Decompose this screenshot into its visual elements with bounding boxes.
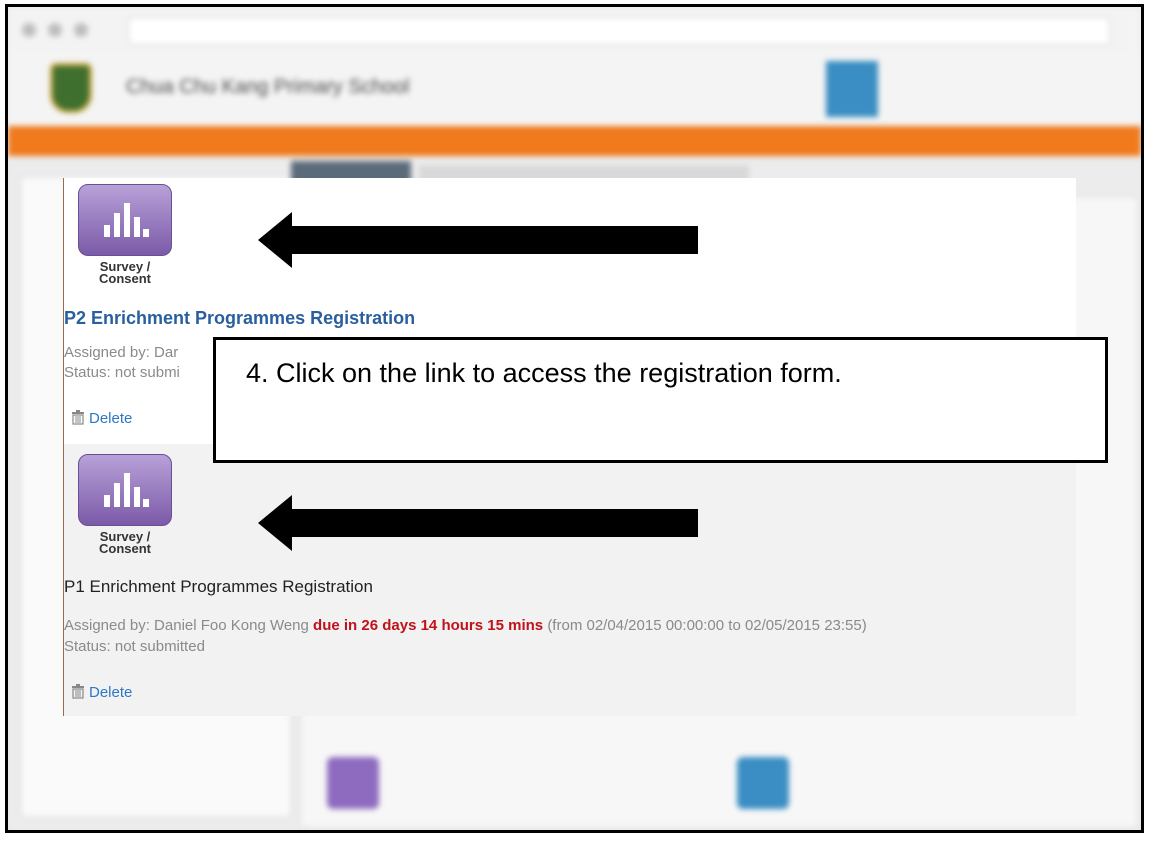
assignment-title-link[interactable]: P1 Enrichment Programmes Registration [64, 577, 373, 597]
back-icon[interactable] [22, 23, 36, 37]
browser-toolbar [8, 7, 1141, 54]
assigned-by-text: Assigned by: Dar [64, 344, 179, 361]
status-text: Status: not submi [64, 364, 180, 381]
delete-label: Delete [89, 410, 133, 427]
school-name: Chua Chu Kang Primary School [126, 76, 410, 98]
arrow-left-icon [258, 495, 698, 551]
assignment-title-link[interactable]: P2 Enrichment Programmes Registration [64, 308, 415, 329]
trash-icon [72, 410, 84, 425]
delete-label: Delete [89, 684, 133, 701]
trash-icon [72, 684, 84, 699]
assigned-by-name: Assigned by: Daniel Foo Kong Weng [64, 617, 309, 634]
list-item: Survey / Consent P1 Enrichment Programmes… [64, 444, 1076, 716]
assigned-by-text: Assigned by: Daniel Foo Kong Weng due in… [64, 617, 867, 634]
forward-icon[interactable] [48, 23, 62, 37]
instruction-callout: 4. Click on the link to access the regis… [213, 337, 1108, 463]
icon-label: Survey / Consent [99, 529, 151, 556]
delete-button[interactable]: Delete [70, 683, 132, 701]
delete-button[interactable]: Delete [70, 409, 132, 427]
icon-label: Survey / Consent [99, 259, 151, 286]
school-crest-logo [50, 63, 92, 113]
address-bar[interactable] [128, 17, 1110, 45]
survey-consent-icon[interactable] [78, 454, 172, 526]
main-nav-bar [8, 126, 1141, 156]
due-countdown: due in 26 days 14 hours 15 mins [313, 617, 544, 634]
survey-consent-icon[interactable] [78, 184, 172, 256]
app-icon [327, 757, 379, 809]
arrow-left-icon [258, 212, 698, 268]
refresh-icon[interactable] [74, 23, 88, 37]
instruction-text: 4. Click on the link to access the regis… [246, 358, 842, 388]
date-range: (from 02/04/2015 00:00:00 to 02/05/2015 … [547, 617, 867, 634]
site-header: Chua Chu Kang Primary School [8, 53, 1141, 126]
avatar [826, 61, 878, 117]
status-text: Status: not submitted [64, 638, 205, 655]
app-icon [737, 757, 789, 809]
